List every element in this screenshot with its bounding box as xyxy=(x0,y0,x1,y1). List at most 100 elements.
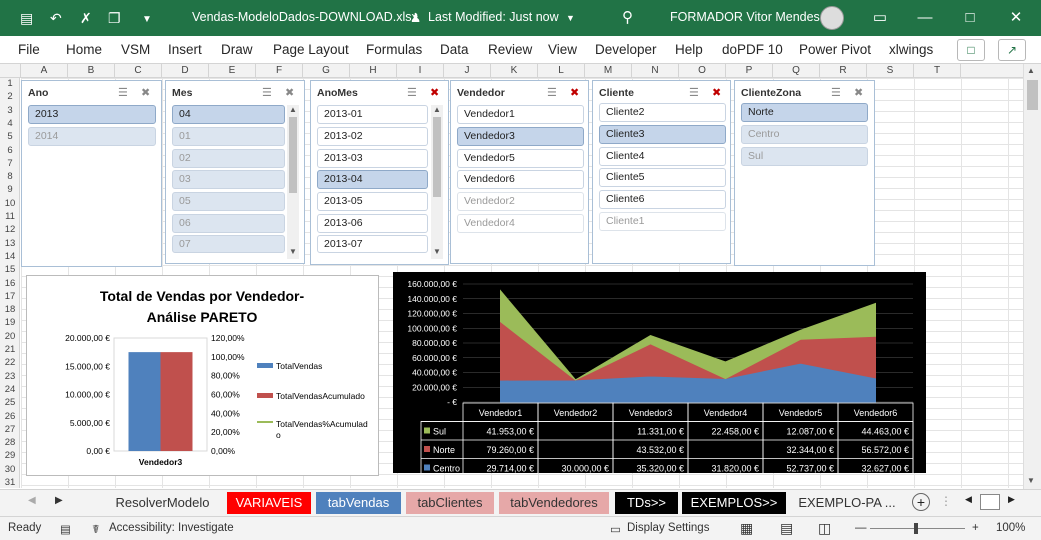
zoom-slider-thumb[interactable] xyxy=(914,523,918,534)
row-header-6[interactable]: 6 xyxy=(0,145,20,156)
clear-filter-icon[interactable]: ✖ xyxy=(570,86,579,99)
hscroll-right-icon[interactable]: ▶ xyxy=(1008,494,1015,505)
slicer-item-07[interactable]: 07 xyxy=(172,235,285,253)
hscroll-left-icon[interactable]: ◀ xyxy=(965,494,972,505)
row-header-20[interactable]: 20 xyxy=(0,331,20,342)
scroll-down-icon[interactable]: ▼ xyxy=(1027,476,1035,485)
column-header-G[interactable]: G xyxy=(303,64,350,78)
slicer-item-01[interactable]: 01 xyxy=(172,127,285,146)
slicer-item-vendedor4[interactable]: Vendedor4 xyxy=(457,214,584,233)
last-modified[interactable]: Last Modified: Just now xyxy=(428,10,559,24)
tab-power-pivot[interactable]: Power Pivot xyxy=(799,42,871,57)
slicer-item-04[interactable]: 04 xyxy=(172,105,285,124)
slicer-item-cliente3[interactable]: Cliente3 xyxy=(599,125,726,144)
scroll-down-icon[interactable]: ▼ xyxy=(287,247,299,256)
vertical-scrollbar[interactable]: ▲ ▼ xyxy=(1023,64,1041,489)
row-header-22[interactable]: 22 xyxy=(0,357,20,368)
scroll-thumb[interactable] xyxy=(1027,80,1038,110)
sheet-tab-tabvendas[interactable]: tabVendas xyxy=(316,492,401,514)
scroll-thumb[interactable] xyxy=(433,117,441,197)
slicer-item-2013-04[interactable]: 2013-04 xyxy=(317,170,428,189)
zoom-level[interactable]: 100% xyxy=(996,522,1025,534)
add-sheet-icon[interactable]: + xyxy=(912,493,930,511)
tab-help[interactable]: Help xyxy=(675,42,703,57)
pareto-chart[interactable]: Total de Vendas por Vendedor- Análise PAR… xyxy=(26,275,379,476)
slicer-item-vendedor3[interactable]: Vendedor3 xyxy=(457,127,584,146)
slicer-item-vendedor1[interactable]: Vendedor1 xyxy=(457,105,584,124)
tab-page-layout[interactable]: Page Layout xyxy=(273,42,349,57)
slicer-item-02[interactable]: 02 xyxy=(172,149,285,168)
row-header-15[interactable]: 15 xyxy=(0,264,20,275)
row-header-5[interactable]: 5 xyxy=(0,131,20,142)
column-header-K[interactable]: K xyxy=(491,64,538,78)
tab-draw[interactable]: Draw xyxy=(221,42,253,57)
row-header-8[interactable]: 8 xyxy=(0,171,20,182)
row-header-19[interactable]: 19 xyxy=(0,317,20,328)
row-header-30[interactable]: 30 xyxy=(0,464,20,475)
clear-filter-icon[interactable]: ✖ xyxy=(712,86,721,99)
slicer-item-cliente4[interactable]: Cliente4 xyxy=(599,147,726,166)
tab-file[interactable]: File xyxy=(18,42,40,57)
slicer-item-vendedor2[interactable]: Vendedor2 xyxy=(457,192,584,211)
select-all-corner[interactable] xyxy=(0,64,21,78)
zoom-out-icon[interactable]: — xyxy=(855,522,867,534)
tab-xlwings[interactable]: xlwings xyxy=(889,42,933,57)
row-header-31[interactable]: 31 xyxy=(0,477,20,488)
scroll-thumb[interactable] xyxy=(289,117,297,193)
tab-insert[interactable]: Insert xyxy=(168,42,202,57)
scroll-up-icon[interactable]: ▲ xyxy=(1027,66,1035,75)
display-settings-icon[interactable]: ▭ xyxy=(610,522,621,536)
row-header-11[interactable]: 11 xyxy=(0,211,20,222)
slicer-item-06[interactable]: 06 xyxy=(172,214,285,233)
tab-data[interactable]: Data xyxy=(440,42,469,57)
column-header-O[interactable]: O xyxy=(679,64,726,78)
slicer-scrollbar[interactable]: ▲ ▼ xyxy=(431,105,443,259)
accessibility-icon[interactable]: ☤ xyxy=(92,522,100,536)
slicer-item-cliente2[interactable]: Cliente2 xyxy=(599,103,726,122)
sheet-tab-exemplos[interactable]: EXEMPLOS>> xyxy=(682,492,786,514)
row-header-21[interactable]: 21 xyxy=(0,344,20,355)
slicer-item-2013-02[interactable]: 2013-02 xyxy=(317,127,428,146)
column-header-D[interactable]: D xyxy=(162,64,209,78)
slicer-scrollbar[interactable]: ▲ ▼ xyxy=(287,105,299,259)
slicer-item-2013-05[interactable]: 2013-05 xyxy=(317,192,428,211)
row-header-4[interactable]: 4 xyxy=(0,118,20,129)
tab-scroll-left-icon[interactable]: ◀ xyxy=(28,495,36,506)
row-header-25[interactable]: 25 xyxy=(0,397,20,408)
slicer-item-2014[interactable]: 2014 xyxy=(28,127,156,146)
row-header-23[interactable]: 23 xyxy=(0,371,20,382)
multi-select-icon[interactable]: ☰ xyxy=(118,86,128,99)
tab-view[interactable]: View xyxy=(548,42,577,57)
slicer-item-norte[interactable]: Norte xyxy=(741,103,868,122)
column-header-B[interactable]: B xyxy=(68,64,115,78)
multi-select-icon[interactable]: ☰ xyxy=(262,86,272,99)
zoom-in-icon[interactable]: + xyxy=(972,522,979,534)
column-header-J[interactable]: J xyxy=(444,64,491,78)
slicer-item-2013-03[interactable]: 2013-03 xyxy=(317,149,428,168)
row-header-16[interactable]: 16 xyxy=(0,278,20,289)
scroll-up-icon[interactable]: ▲ xyxy=(431,105,443,114)
row-header-10[interactable]: 10 xyxy=(0,198,20,209)
column-header-S[interactable]: S xyxy=(867,64,914,78)
slicer-item-2013-07[interactable]: 2013-07 xyxy=(317,235,428,253)
chevron-down-icon[interactable]: ▼ xyxy=(566,13,575,23)
slicer-item-05[interactable]: 05 xyxy=(172,192,285,211)
clear-filter-icon[interactable]: ✖ xyxy=(285,86,294,99)
row-header-3[interactable]: 3 xyxy=(0,105,20,116)
share-icon[interactable]: ↗ xyxy=(998,39,1026,61)
avatar[interactable] xyxy=(820,6,844,30)
clear-filter-icon[interactable]: ✖ xyxy=(141,86,150,99)
row-header-18[interactable]: 18 xyxy=(0,304,20,315)
sheet-tab-resolvermodelo[interactable]: ResolverModelo xyxy=(105,492,220,514)
column-header-I[interactable]: I xyxy=(397,64,444,78)
multi-select-icon[interactable]: ☰ xyxy=(689,86,699,99)
row-header-2[interactable]: 2 xyxy=(0,91,20,102)
row-header-13[interactable]: 13 xyxy=(0,238,20,249)
column-header-E[interactable]: E xyxy=(209,64,256,78)
page-layout-view-icon[interactable]: ▤ xyxy=(780,520,793,537)
multi-select-icon[interactable]: ☰ xyxy=(407,86,417,99)
sheet-tab-variaveis[interactable]: VARIAVEIS xyxy=(227,492,311,514)
column-header-M[interactable]: M xyxy=(585,64,632,78)
row-header-9[interactable]: 9 xyxy=(0,184,20,195)
tab-dopdf[interactable]: doPDF 10 xyxy=(722,42,783,57)
